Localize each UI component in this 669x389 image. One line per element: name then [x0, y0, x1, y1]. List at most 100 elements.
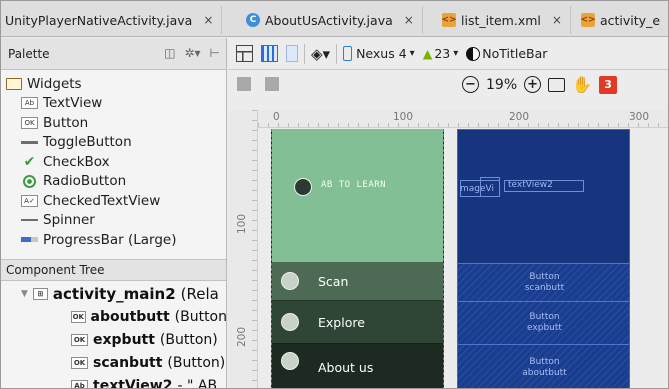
blueprint-preview[interactable]: mageVi textView2 Button scanbutt Button … — [457, 129, 630, 388]
design-preview[interactable]: AB TO LEARN Scan Explore About us — [271, 129, 444, 388]
scan-icon — [281, 272, 299, 290]
palette-item-textview[interactable]: Ab TextView — [1, 94, 226, 114]
ruler-label: 200 — [236, 326, 248, 347]
layout-designer: ◈▾ Nexus 4 ▾ ▲ 23 ▾ NoTitleBar − 19% + ✋… — [228, 38, 668, 388]
tree-item-textview2[interactable]: Ab textView2 - " AB — [1, 374, 226, 388]
expand-triangle-icon[interactable]: ▼ — [21, 289, 28, 299]
xml-file-icon: <> — [580, 13, 596, 27]
preview-explore-button[interactable]: Explore — [272, 300, 443, 343]
palette-item-checkedtextview[interactable]: A✓ CheckedTextView — [1, 191, 226, 211]
close-tab-icon[interactable]: × — [203, 13, 213, 27]
ruler-label: 0 — [273, 111, 280, 123]
component-tree-header: Component Tree — [1, 259, 226, 281]
tree-item-root[interactable]: ▼ ⊞ activity_main2 (Rela — [1, 282, 226, 305]
palette-group-widgets[interactable]: Widgets — [1, 74, 226, 94]
palette-item-spinner[interactable]: Spinner — [1, 211, 226, 231]
ruler-label: 100 — [393, 111, 414, 123]
ruler-label: 100 — [236, 213, 248, 234]
orientation-icon[interactable]: ◈▾ — [311, 45, 330, 63]
ruler-label: 300 — [629, 111, 650, 123]
tab-unity-player-native-activity[interactable]: UnityPlayerNativeActivity.java × — [1, 6, 223, 34]
design-mode-icon[interactable] — [261, 45, 278, 62]
preview-about-us-button[interactable]: About us — [272, 343, 443, 388]
error-count-badge[interactable]: 3 — [599, 75, 618, 94]
palette-list: Widgets Ab TextView OK Button ToggleButt… — [1, 70, 226, 250]
radio-button-icon — [23, 174, 36, 188]
pan-hand-icon[interactable]: ✋ — [572, 75, 592, 94]
xml-file-icon: <> — [441, 13, 457, 27]
device-icon — [343, 46, 353, 61]
preview-header-text: AB TO LEARN — [321, 180, 387, 190]
textview-icon: Ab — [71, 379, 88, 388]
view-options-icon[interactable] — [237, 77, 251, 91]
palette-item-radiobutton[interactable]: RadioButton — [1, 172, 226, 192]
relative-layout-icon: ⊞ — [32, 287, 48, 300]
java-file-icon: C — [246, 13, 260, 27]
component-tree: ▼ ⊞ activity_main2 (Rela OK aboutbutt (B… — [1, 282, 226, 388]
pin-icon[interactable]: ⊢ — [210, 46, 220, 60]
chevron-down-icon[interactable]: ▾ — [453, 48, 458, 59]
tree-item-expbutt[interactable]: OK expbutt (Button) — [1, 328, 226, 351]
vertical-ruler — [228, 110, 258, 388]
palette-header: Palette ◫ ✲▾ ⊢ — [1, 38, 226, 70]
designer-toolbar: ◈▾ Nexus 4 ▾ ▲ 23 ▾ NoTitleBar — [228, 38, 668, 70]
app-logo-icon — [294, 178, 312, 196]
theme-icon — [466, 46, 481, 61]
blueprint-scanbutt[interactable]: Button scanbutt — [458, 263, 629, 301]
preview-scan-button[interactable]: Scan — [272, 262, 443, 300]
blueprint-logo-box[interactable] — [480, 177, 500, 197]
tab-activity-xml[interactable]: <> activity_e — [573, 6, 668, 34]
horizontal-ruler — [258, 110, 668, 128]
checkbox-icon: ✔ — [23, 153, 36, 170]
palette-item-togglebutton[interactable]: ToggleButton — [1, 133, 226, 153]
zoom-in-icon[interactable]: + — [524, 76, 542, 93]
textview-icon: Ab — [21, 97, 38, 110]
tab-list-item-xml[interactable]: <> list_item.xml × — [434, 6, 571, 34]
collapse-icon[interactable]: ◫ — [164, 46, 175, 60]
preview-header-area — [272, 129, 443, 262]
palette-item-button[interactable]: OK Button — [1, 113, 226, 133]
chevron-down-icon[interactable]: ▾ — [410, 48, 415, 59]
folder-icon — [6, 77, 22, 90]
button-icon: OK — [21, 116, 38, 129]
gear-icon[interactable]: ✲▾ — [184, 46, 200, 60]
blueprint-textview2-label: textView2 — [508, 180, 553, 190]
about-icon — [281, 352, 299, 370]
view-options-icon[interactable] — [265, 77, 279, 91]
palette-item-progressbar-large[interactable]: ProgressBar (Large) — [1, 230, 226, 250]
close-tab-icon[interactable]: × — [404, 13, 414, 27]
toolbar-separator — [336, 43, 338, 64]
layout-icon[interactable] — [236, 45, 253, 62]
theme-selector[interactable]: NoTitleBar — [482, 46, 547, 61]
checked-text-view-icon: A✓ — [21, 194, 38, 207]
zoom-to-fit-icon[interactable] — [548, 77, 566, 92]
android-icon: ▲ — [422, 46, 433, 61]
progress-bar-icon — [21, 237, 38, 243]
palette-panel: Palette ◫ ✲▾ ⊢ Widgets Ab TextView OK Bu… — [1, 38, 227, 388]
blueprint-expbutt[interactable]: Button expbutt — [458, 301, 629, 344]
spinner-icon — [21, 219, 38, 222]
ruler-label: 200 — [509, 111, 530, 123]
tree-item-scanbutt[interactable]: OK scanbutt (Button) — [1, 351, 226, 374]
android-studio-window: UnityPlayerNativeActivity.java × C About… — [0, 0, 669, 389]
close-tab-icon[interactable]: × — [552, 13, 562, 27]
blueprint-mode-icon[interactable] — [286, 45, 298, 62]
zoom-out-icon[interactable]: − — [462, 76, 479, 93]
zoom-toolbar: − 19% + ✋ 3 — [228, 71, 668, 101]
toggle-button-icon — [21, 140, 38, 144]
zoom-controls: − 19% + ✋ 3 — [462, 75, 618, 94]
editor-tab-bar: UnityPlayerNativeActivity.java × C About… — [1, 1, 668, 37]
blueprint-aboutbutt[interactable]: Button aboutbutt — [458, 344, 629, 388]
palette-title: Palette — [8, 46, 50, 61]
zoom-level: 19% — [486, 76, 518, 93]
button-icon: OK — [71, 333, 88, 346]
api-level-selector[interactable]: 23 — [434, 46, 450, 61]
explore-icon — [281, 313, 299, 331]
device-selector[interactable]: Nexus 4 — [356, 46, 407, 61]
tab-about-us-activity[interactable]: C AboutUsActivity.java × — [238, 6, 423, 34]
button-icon: OK — [71, 356, 88, 369]
palette-item-checkbox[interactable]: ✔ CheckBox — [1, 152, 226, 172]
button-icon: OK — [71, 310, 86, 323]
tree-item-aboutbutt[interactable]: OK aboutbutt (Button — [1, 305, 226, 328]
toolbar-separator — [304, 43, 305, 64]
